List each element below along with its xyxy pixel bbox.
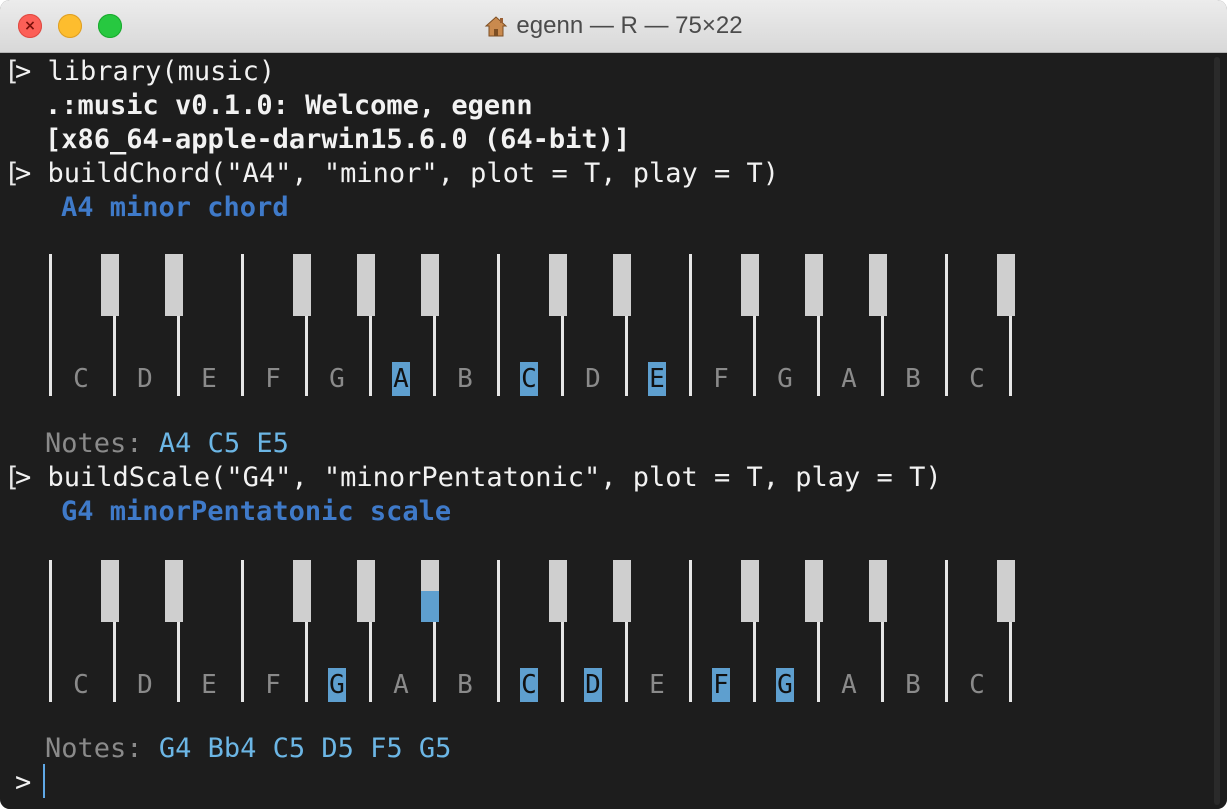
command-line-2: > buildChord("A4", "minor", plot = T, pl…: [15, 157, 779, 191]
white-key-label: F: [713, 364, 729, 394]
white-key-label: B: [457, 364, 473, 394]
notes-value: A4 C5 E5: [158, 428, 289, 459]
chord-notes-line: Notes: A4 C5 E5: [45, 427, 289, 461]
black-key: [357, 560, 375, 622]
command-line-3: > buildScale("G4", "minorPentatonic", pl…: [15, 461, 942, 495]
prompt: >: [15, 56, 32, 87]
terminal-content[interactable]: [ > library(music) .:music v0.1.0: Welco…: [0, 53, 1227, 809]
prompt: >: [15, 462, 32, 493]
white-key-label: E: [201, 670, 217, 700]
black-key: [549, 560, 567, 622]
black-key: [165, 254, 183, 316]
black-key: [101, 254, 119, 316]
white-key-label: A: [841, 364, 857, 394]
black-key: [997, 254, 1015, 316]
command-text: buildScale("G4", "minorPentatonic", plot…: [47, 462, 942, 493]
black-key: [997, 560, 1015, 622]
white-key-label: F: [713, 670, 729, 700]
white-key-label: A: [393, 364, 409, 394]
black-key: [869, 560, 887, 622]
key-divider: [945, 560, 948, 702]
black-key: [741, 560, 759, 622]
scale-notes-line: Notes: G4 Bb4 C5 D5 F5 G5: [45, 732, 451, 766]
white-key-label: B: [457, 670, 473, 700]
key-divider: [241, 560, 244, 702]
black-key: [613, 254, 631, 316]
white-key-label: D: [585, 364, 601, 394]
white-key-label: D: [137, 364, 153, 394]
chord-header: A4 minor chord: [61, 192, 289, 223]
white-key-label: E: [201, 364, 217, 394]
black-key: [293, 254, 311, 316]
white-key-label: D: [585, 670, 601, 700]
current-prompt: >: [15, 767, 32, 798]
white-key-label: D: [137, 670, 153, 700]
key-divider: [241, 254, 244, 396]
title-bar[interactable]: × egenn — R — 75×22: [0, 0, 1227, 53]
home-icon: [485, 16, 508, 37]
input-cursor[interactable]: [43, 764, 45, 798]
key-divider: [689, 560, 692, 702]
black-key: [805, 254, 823, 316]
command-text: buildChord("A4", "minor", plot = T, play…: [47, 158, 780, 189]
white-key-label: F: [265, 670, 281, 700]
white-key-label: B: [905, 670, 921, 700]
black-key: [741, 254, 759, 316]
scrollbar[interactable]: [1211, 57, 1223, 805]
command-text: library(music): [47, 56, 276, 87]
window-title: egenn — R — 75×22: [516, 12, 743, 39]
key-divider: [49, 560, 52, 702]
white-key-label: B: [905, 364, 921, 394]
white-key-label: C: [521, 364, 537, 394]
black-key-highlight: [421, 591, 439, 622]
black-key: [101, 560, 119, 622]
chord-keyboard: CDEFGABCDEFGABC: [45, 254, 1025, 396]
black-key: [357, 254, 375, 316]
black-key: [421, 560, 439, 622]
white-key-label: G: [329, 364, 345, 394]
notes-label: Notes:: [45, 733, 143, 764]
key-divider: [497, 560, 500, 702]
white-key-label: G: [329, 670, 345, 700]
white-key-label: C: [73, 364, 89, 394]
black-key: [165, 560, 183, 622]
scale-keyboard: CDEFGABCDEFGABC: [45, 560, 1025, 702]
scale-header: G4 minorPentatonic scale: [61, 496, 452, 527]
white-key-label: E: [649, 364, 665, 394]
white-key-label: C: [73, 670, 89, 700]
black-key: [421, 254, 439, 316]
output-line: [x86_64-apple-darwin15.6.0 (64-bit)]: [45, 124, 631, 155]
black-key: [805, 560, 823, 622]
window-title-area: egenn — R — 75×22: [0, 0, 1227, 52]
white-key-label: C: [521, 670, 537, 700]
prompt: >: [15, 158, 32, 189]
key-divider: [689, 254, 692, 396]
command-line-1: > library(music): [15, 55, 275, 89]
key-divider: [497, 254, 500, 396]
key-divider: [49, 254, 52, 396]
white-key-label: G: [777, 364, 793, 394]
white-key-label: F: [265, 364, 281, 394]
key-divider: [945, 254, 948, 396]
white-key-label: A: [393, 670, 409, 700]
output-line: .:music v0.1.0: Welcome, egenn: [45, 90, 533, 121]
white-key-label: C: [969, 364, 985, 394]
white-key-label: C: [969, 670, 985, 700]
white-key-label: G: [777, 670, 793, 700]
notes-value: G4 Bb4 C5 D5 F5 G5: [158, 733, 452, 764]
black-key: [613, 560, 631, 622]
black-key: [869, 254, 887, 316]
white-key-label: E: [649, 670, 665, 700]
black-key: [549, 254, 567, 316]
terminal-window: × egenn — R — 75×22 [ > library(music) .…: [0, 0, 1227, 809]
white-key-label: A: [841, 670, 857, 700]
notes-label: Notes:: [45, 428, 143, 459]
black-key: [293, 560, 311, 622]
